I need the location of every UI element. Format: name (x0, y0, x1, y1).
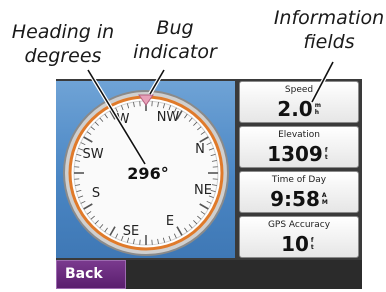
field-label: Elevation (278, 130, 320, 140)
compass-dial: W NW N SW NE S SE E 296° (63, 90, 229, 256)
field-unit: mh (314, 102, 321, 116)
heading-annotation-line1: Heading in (11, 21, 115, 43)
fields-annotation-line1: Information (273, 7, 385, 29)
bug-annotation-line2: indicator (133, 41, 217, 63)
field-unit: ft (324, 147, 328, 161)
field-gps-accuracy[interactable]: GPS Accuracy 10 f t (239, 216, 359, 258)
compass-label-sw: SW (82, 147, 103, 162)
compass-label-n: N (195, 142, 205, 157)
field-value: 9:58 (270, 187, 320, 211)
field-elevation[interactable]: Elevation 1309 f t (239, 126, 359, 168)
bottom-bar: Back (56, 260, 362, 289)
heading-annotation: Heading in degrees (3, 20, 123, 68)
bug-annotation-line1: Bug (156, 17, 194, 39)
compass-label-w: W (117, 112, 130, 127)
heading-annotation-line2: degrees (24, 45, 102, 67)
field-label: Speed (284, 85, 314, 95)
field-time-of-day[interactable]: Time of Day 9:58 A M (239, 171, 359, 213)
compass-label-s: S (92, 186, 100, 201)
compass-label-se: SE (123, 224, 139, 239)
information-fields: Speed 2.0 m h Elevation 1309 f t Time of Day… (239, 81, 359, 259)
field-unit: ft (310, 237, 314, 251)
back-button[interactable]: Back (56, 260, 126, 289)
field-label: GPS Accuracy (267, 220, 331, 230)
field-speed[interactable]: Speed 2.0 m h (239, 81, 359, 123)
compass-label-e: E (166, 214, 174, 229)
field-value: 2.0 (277, 97, 313, 121)
bug-annotation: Bug indicator (130, 16, 220, 64)
field-label: Time of Day (271, 175, 327, 185)
fields-annotation: Information fields (272, 6, 386, 54)
compass-panel: W NW N SW NE S SE E 296° (56, 81, 235, 258)
device-screen: W NW N SW NE S SE E 296° Speed 2.0 m h Ele… (56, 79, 362, 289)
field-unit: AM (321, 192, 328, 206)
field-value: 1309 (267, 142, 323, 166)
field-value: 10 (281, 232, 309, 256)
compass-label-nw: NW (157, 110, 180, 125)
heading-readout: 296° (127, 164, 168, 183)
compass-label-ne: NE (194, 183, 212, 198)
fields-annotation-line2: fields (303, 31, 355, 53)
